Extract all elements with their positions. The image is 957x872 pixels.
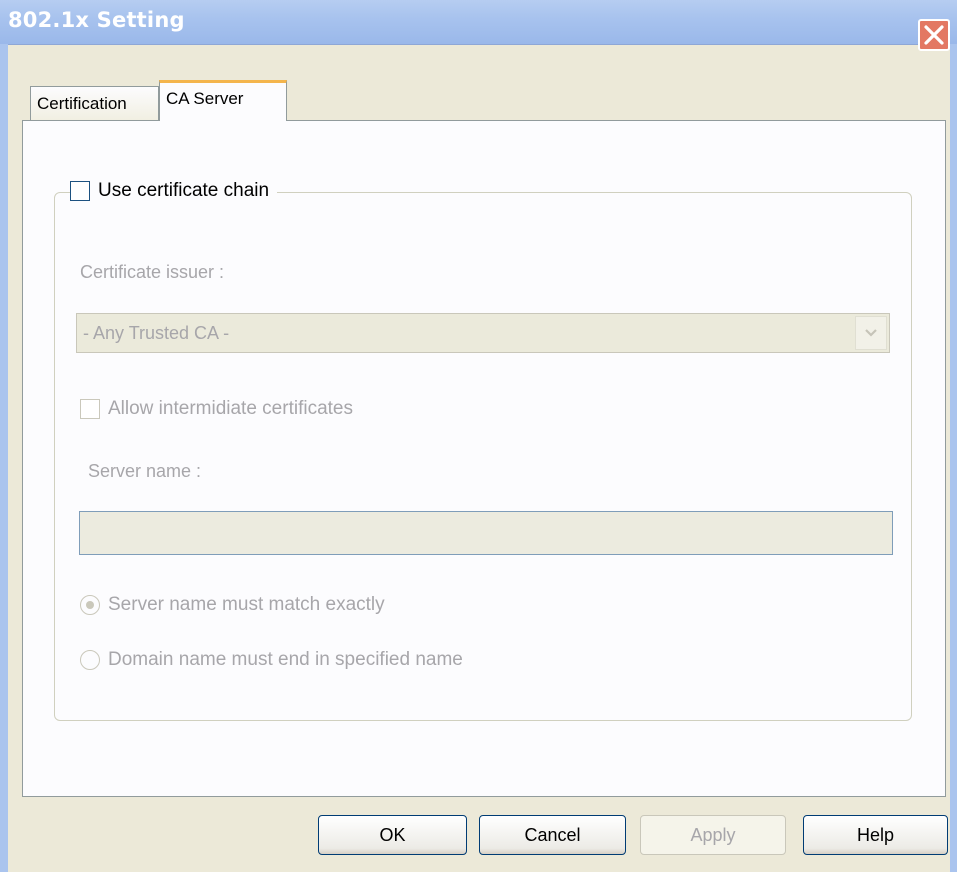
- radio-button[interactable]: [80, 595, 100, 615]
- issuer-select-value: - Any Trusted CA -: [83, 323, 230, 343]
- use-certificate-chain-label: Use certificate chain: [98, 180, 270, 201]
- help-button[interactable]: Help: [803, 815, 948, 855]
- radio-server-name-exact[interactable]: Server name must match exactly: [80, 594, 385, 616]
- checkbox-box[interactable]: [70, 181, 90, 201]
- dropdown-button[interactable]: [855, 316, 887, 350]
- window-border-right: [950, 44, 957, 872]
- apply-button[interactable]: Apply: [640, 815, 786, 855]
- allow-intermediate-label: Allow intermidiate certificates: [108, 398, 353, 419]
- title-bar: 802.1x Setting: [0, 0, 957, 45]
- server-name-input[interactable]: [79, 511, 893, 555]
- checkbox-box[interactable]: [80, 399, 100, 419]
- certificate-issuer-select[interactable]: - Any Trusted CA -: [76, 313, 890, 353]
- tab-ca-server[interactable]: CA Server: [159, 80, 287, 121]
- allow-intermediate-checkbox[interactable]: Allow intermidiate certificates: [80, 398, 353, 420]
- use-certificate-chain-checkbox[interactable]: Use certificate chain: [70, 176, 278, 206]
- ok-button[interactable]: OK: [318, 815, 467, 855]
- cancel-button[interactable]: Cancel: [479, 815, 626, 855]
- tab-certification[interactable]: Certification: [30, 86, 159, 120]
- server-name-label: Server name :: [88, 461, 202, 481]
- chevron-down-icon: [865, 329, 877, 337]
- radio-selected-dot: [86, 601, 94, 609]
- close-button[interactable]: [918, 19, 950, 51]
- window-border-left: [0, 44, 8, 872]
- radio-button[interactable]: [80, 650, 100, 670]
- close-icon: [924, 25, 944, 45]
- window-title: 802.1x Setting: [8, 8, 185, 32]
- radio-domain-name-end-label: Domain name must end in specified name: [108, 649, 463, 670]
- radio-server-name-exact-label: Server name must match exactly: [108, 594, 385, 615]
- certificate-issuer-label: Certificate issuer :: [80, 262, 225, 282]
- radio-domain-name-end[interactable]: Domain name must end in specified name: [80, 649, 463, 671]
